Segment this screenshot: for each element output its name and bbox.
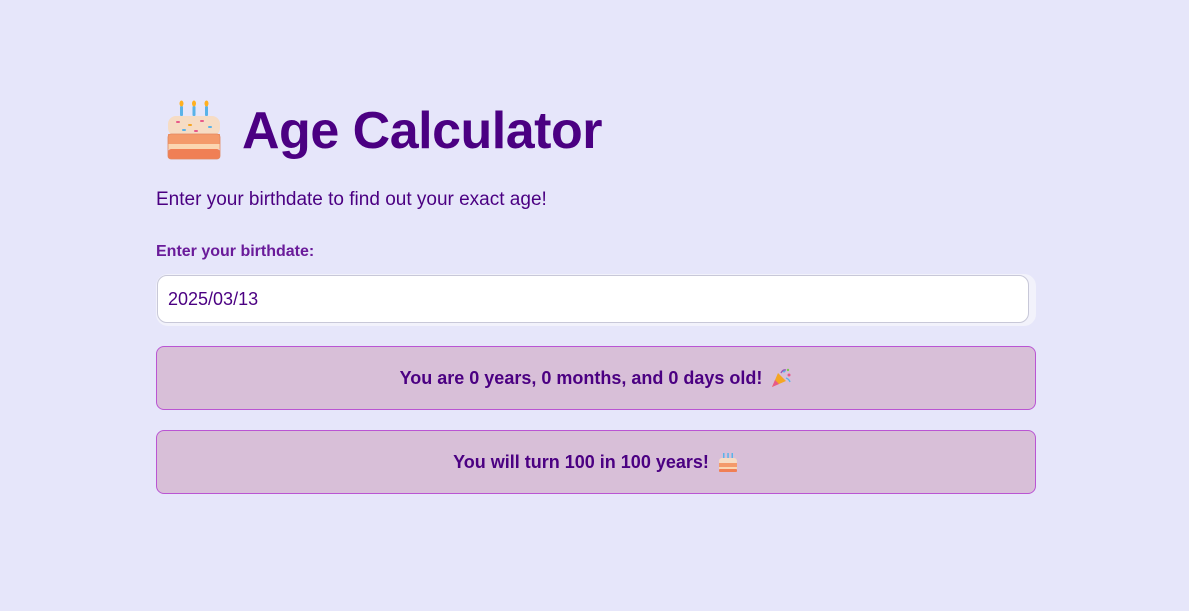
birthday-cake-icon	[167, 100, 221, 160]
page-subtitle: Enter your birthdate to find out your ex…	[156, 189, 547, 210]
birthdate-input-wrapper	[156, 274, 1036, 326]
page-title: Age Calculator	[242, 102, 602, 160]
hundred-result-text: You will turn 100 in 100 years!	[453, 451, 709, 472]
age-result-box: You are 0 years, 0 months, and 0 days ol…	[156, 346, 1036, 410]
birthdate-input[interactable]	[157, 275, 1029, 323]
main-container: Age Calculator Enter your birthdate to f…	[156, 96, 1036, 494]
age-result-text: You are 0 years, 0 months, and 0 days ol…	[399, 367, 763, 388]
party-popper-icon	[772, 368, 792, 387]
title-row: Age Calculator	[156, 96, 1036, 166]
app-page: Age Calculator Enter your birthdate to f…	[0, 0, 1189, 611]
birthday-cake-icon	[718, 453, 737, 472]
hundred-result-box: You will turn 100 in 100 years!	[156, 430, 1036, 494]
birthdate-label: Enter your birthdate:	[156, 243, 315, 260]
